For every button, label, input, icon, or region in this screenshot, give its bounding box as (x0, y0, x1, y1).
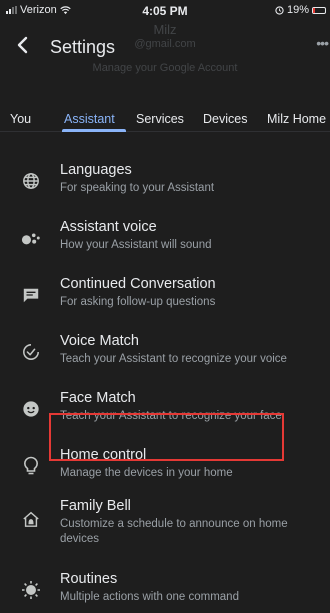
setting-languages[interactable]: Languages For speaking to your Assistant (0, 162, 330, 202)
setting-subtitle: For asking follow-up questions (60, 296, 216, 308)
home-bell-icon (20, 508, 42, 530)
tab-you[interactable]: You (10, 112, 31, 126)
setting-routines[interactable]: Routines Multiple actions with one comma… (0, 571, 330, 611)
back-button[interactable] (12, 34, 34, 56)
account-name: Milz (153, 22, 177, 37)
battery-icon (312, 6, 326, 14)
setting-assistant-voice[interactable]: Assistant voice How your Assistant will … (0, 219, 330, 259)
setting-continued-conversation[interactable]: Continued Conversation For asking follow… (0, 276, 330, 316)
setting-title: Face Match (60, 390, 136, 406)
chat-bubble-icon (20, 284, 42, 306)
setting-subtitle: Teach your Assistant to recognize your v… (60, 353, 287, 365)
setting-title: Family Bell (60, 498, 131, 514)
setting-title: Voice Match (60, 333, 139, 349)
battery-percent: 19% (286, 4, 309, 16)
setting-family-bell[interactable]: Family Bell Customize a schedule to anno… (0, 498, 330, 554)
assistant-dots-icon (20, 227, 42, 249)
tab-milz-home[interactable]: Milz Home (267, 112, 326, 126)
manage-account-link[interactable]: Manage your Google Account (0, 62, 330, 74)
page-title: Settings (50, 37, 116, 57)
setting-subtitle: Customize a schedule to announce on home… (60, 518, 288, 545)
tab-services[interactable]: Services (136, 112, 184, 126)
highlight-annotation (49, 413, 284, 461)
lightbulb-icon (20, 455, 42, 477)
tab-devices[interactable]: Devices (203, 112, 247, 126)
globe-icon (20, 170, 42, 192)
setting-subtitle: How your Assistant will sound (60, 239, 212, 251)
setting-voice-match[interactable]: Voice Match Teach your Assistant to reco… (0, 333, 330, 373)
active-tab-indicator (62, 129, 126, 132)
alarm-icon (275, 5, 284, 15)
face-icon (20, 398, 42, 420)
routines-icon (20, 579, 42, 601)
setting-title: Assistant voice (60, 219, 157, 235)
setting-title: Continued Conversation (60, 276, 216, 292)
status-bar: Verizon 4:05 PM 19% (0, 0, 330, 22)
tab-bar: You Assistant Services Devices Milz Home (0, 108, 330, 132)
chevron-left-icon (17, 36, 28, 54)
battery-indicator: 19% (275, 4, 326, 16)
setting-title: Routines (60, 571, 118, 587)
setting-title: Languages (60, 162, 132, 178)
tab-assistant[interactable]: Assistant (64, 112, 115, 126)
more-dots-icon: ••• (316, 35, 329, 51)
more-options-button[interactable]: ••• (316, 35, 329, 51)
setting-subtitle: Manage the devices in your home (60, 467, 233, 479)
setting-subtitle: Multiple actions with one command (60, 591, 239, 603)
setting-subtitle: For speaking to your Assistant (60, 182, 215, 194)
voice-match-icon (20, 341, 42, 363)
